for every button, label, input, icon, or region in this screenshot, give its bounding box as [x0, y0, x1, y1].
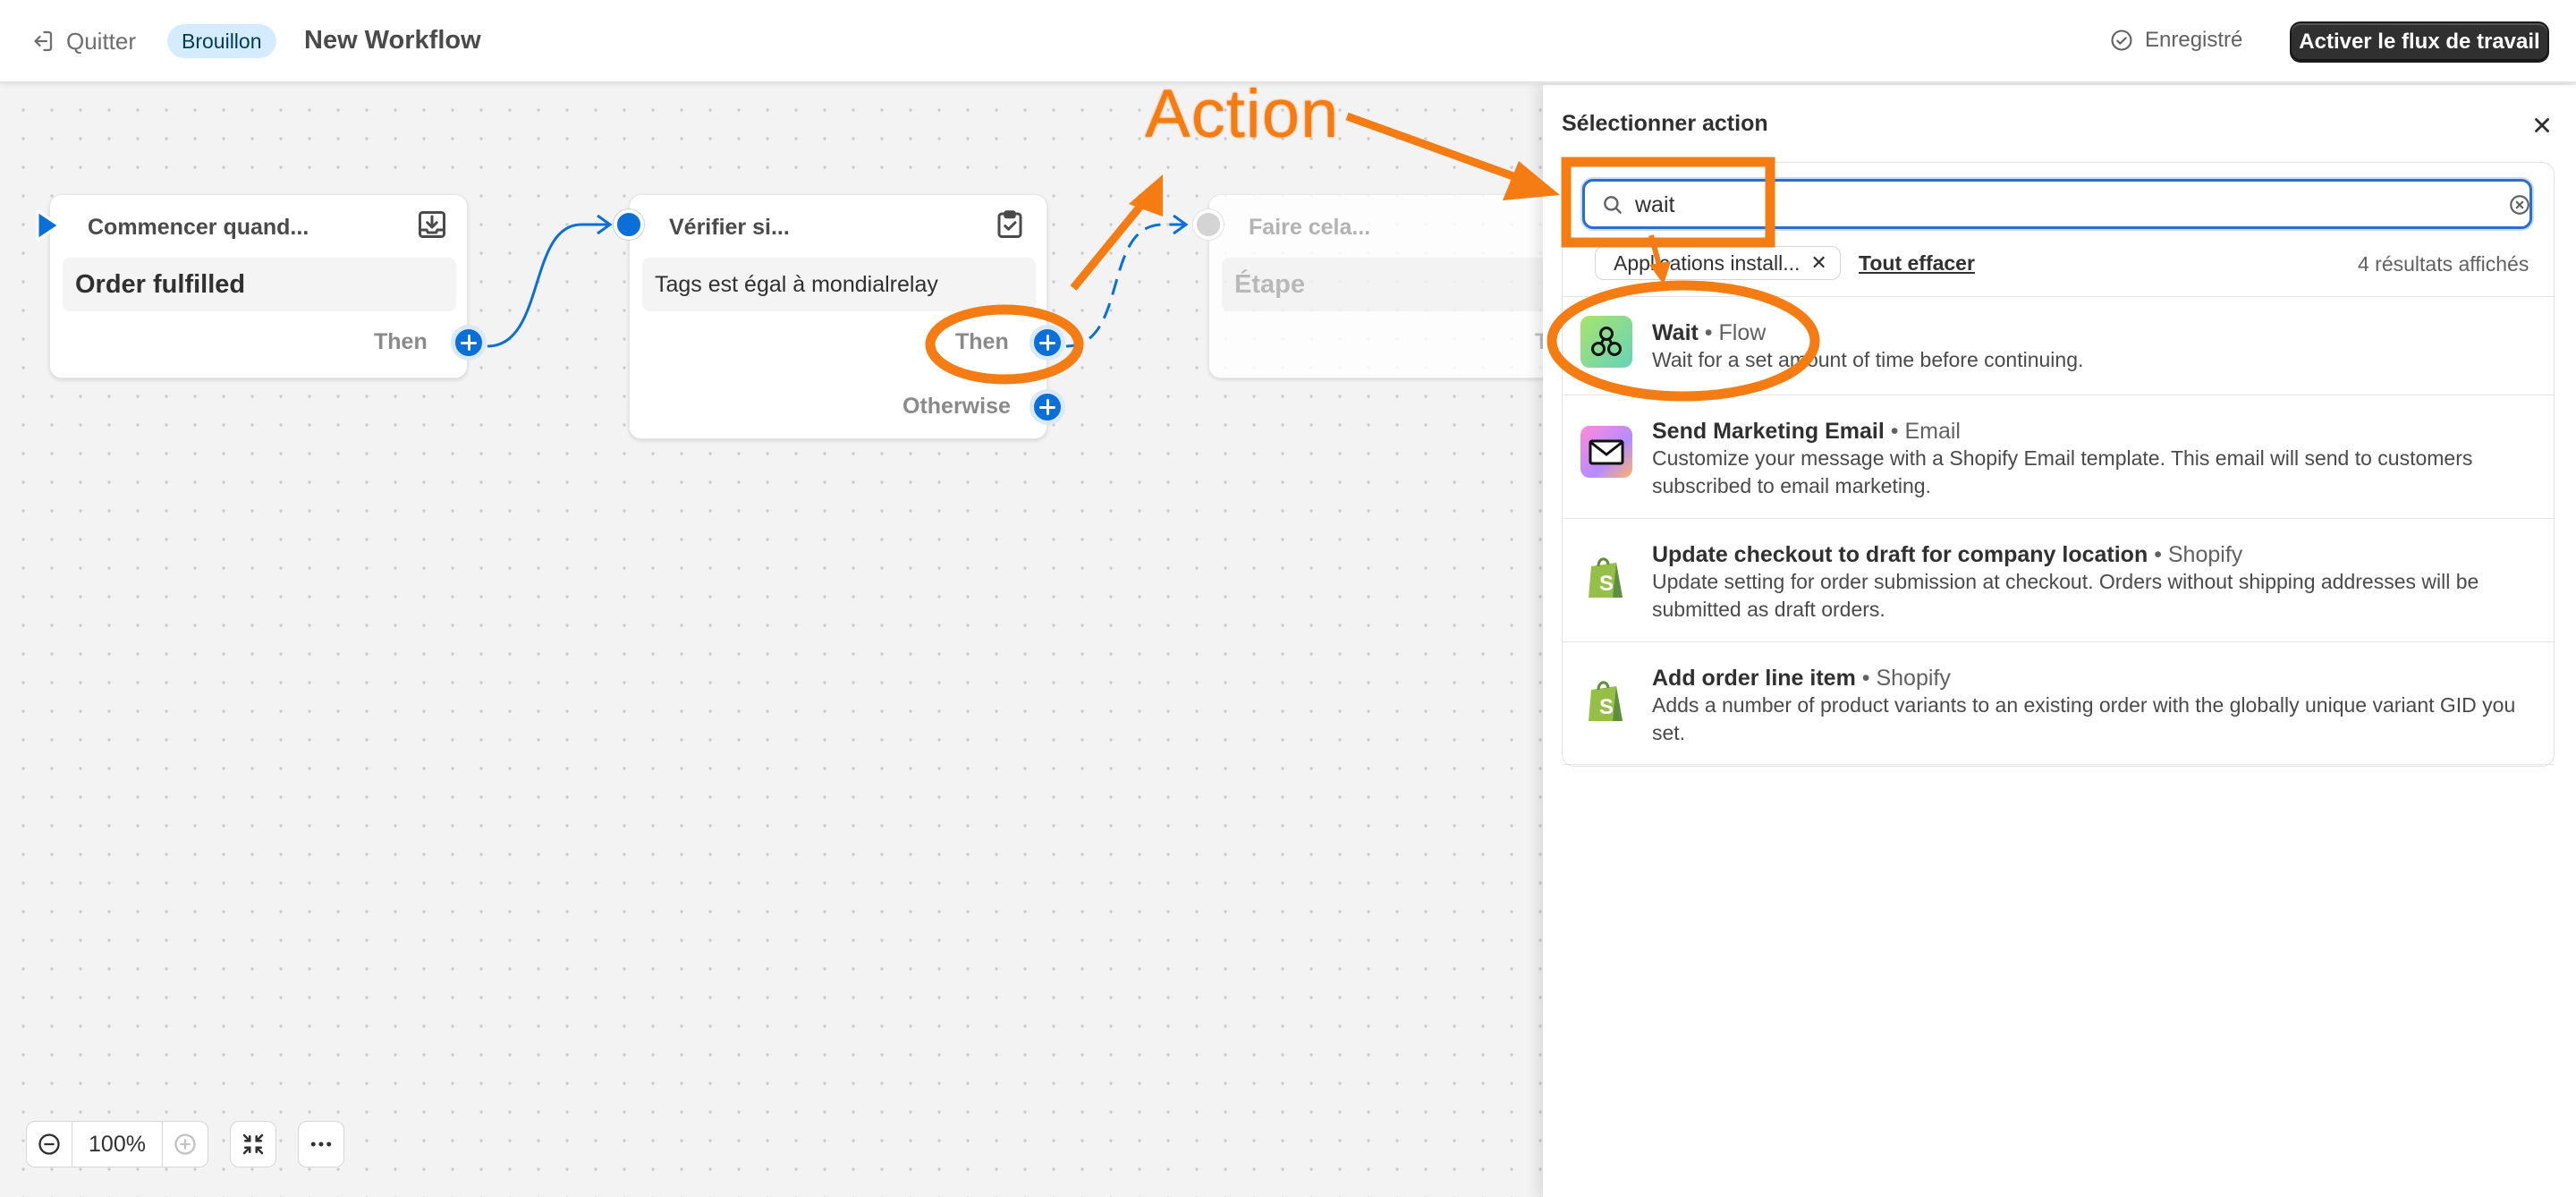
shopify-bag-glyph: S: [1589, 557, 1623, 598]
result-title: Update checkout to draft for company loc…: [1652, 542, 2242, 568]
condition-node[interactable]: Vérifier si... Tags est égal à mondialre…: [614, 194, 1065, 439]
top-bar: Quitter Brouillon New Workflow Enregistr…: [0, 0, 2576, 83]
search-field[interactable]: [1582, 179, 2532, 229]
panel-title: Sélectionner action: [1562, 111, 1768, 136]
workflow-title[interactable]: New Workflow: [304, 26, 481, 55]
clear-all-filters-link[interactable]: Tout effacer: [1859, 251, 1975, 276]
result-title: Wait • Flow: [1652, 320, 1766, 346]
result-description: Customize your message with a Shopify Em…: [1652, 446, 2473, 497]
condition-header: Vérifier si...: [669, 215, 790, 240]
condition-otherwise-label: Otherwise: [902, 394, 1011, 419]
trigger-node[interactable]: Commencer quand... Order fulfilled Then: [36, 194, 487, 378]
action-step-label: Étape: [1234, 269, 1305, 299]
trigger-event-label: Order fulfilled: [75, 269, 246, 299]
result-description: Update setting for order submission at c…: [1652, 570, 2479, 621]
result-name: Update checkout to draft for company loc…: [1652, 542, 2148, 567]
zoom-in-button[interactable]: [162, 1121, 208, 1167]
filter-chip-label: Applications install...: [1614, 250, 1801, 275]
add-otherwise-button[interactable]: [1030, 389, 1065, 425]
zoom-level: 100%: [72, 1121, 162, 1167]
status-badge: Brouillon: [167, 24, 276, 58]
action-header: Faire cela...: [1249, 215, 1371, 240]
quit-button[interactable]: Quitter: [29, 25, 136, 57]
condition-then-label: Then: [955, 329, 1009, 354]
ellipsis-icon: [310, 1142, 332, 1147]
result-title: Add order line item • Shopify: [1652, 666, 1951, 692]
trigger-header: Commencer quand...: [88, 215, 309, 240]
collapse-arrows-icon: [242, 1133, 264, 1155]
result-name: Add order line item: [1652, 666, 1856, 691]
shopify-bag-icon: S: [1580, 551, 1632, 603]
zoom-in-icon: [174, 1133, 196, 1155]
zoom-out-button[interactable]: [26, 1121, 72, 1167]
svg-text:S: S: [1599, 572, 1614, 596]
download-box-icon: [419, 211, 445, 238]
result-name: Wait: [1652, 320, 1699, 345]
condition-rule-label: Tags est égal à mondialrelay: [655, 271, 938, 297]
condition-rule: Tags est égal à mondialrelay: [642, 258, 1036, 311]
filter-chip-installed-apps[interactable]: Applications install... ✕: [1595, 246, 1841, 280]
trigger-then-label: Then: [374, 329, 428, 354]
more-options-button[interactable]: [298, 1121, 344, 1167]
quit-label: Quitter: [66, 27, 137, 55]
fit-view-button[interactable]: [230, 1121, 276, 1167]
add-then-button[interactable]: [451, 325, 487, 361]
shopify-bag-icon: S: [1580, 675, 1632, 726]
search-input[interactable]: [1635, 189, 2440, 221]
result-description: Adds a number of product variants to an …: [1652, 693, 2516, 744]
result-item-add-order-line-item[interactable]: S Add order line item • Shopify Adds a n…: [1563, 641, 2554, 765]
remove-filter-icon[interactable]: ✕: [1810, 251, 1826, 275]
activate-workflow-button[interactable]: Activer le flux de travail: [2290, 21, 2549, 63]
result-source: • Shopify: [2154, 542, 2243, 567]
flow-app-icon: [1580, 316, 1632, 368]
svg-text:S: S: [1599, 695, 1614, 719]
zoom-out-icon: [38, 1133, 60, 1155]
workflow-canvas[interactable]: Commencer quand... Order fulfilled Then …: [0, 85, 1627, 1197]
result-name: Send Marketing Email: [1652, 419, 1885, 444]
result-source: • Flow: [1704, 320, 1767, 345]
close-icon[interactable]: [2530, 114, 2554, 137]
check-circle-icon: [2111, 30, 2132, 51]
exit-icon: [34, 30, 53, 52]
email-app-icon: [1580, 426, 1632, 478]
result-item-send-marketing-email[interactable]: Send Marketing Email • Email Customize y…: [1563, 395, 2554, 518]
result-source: • Shopify: [1861, 666, 1951, 691]
result-source: • Email: [1890, 419, 1961, 444]
clipboard-check-icon: [997, 210, 1022, 238]
condition-input-dot: [614, 209, 644, 240]
result-item-update-checkout[interactable]: S Update checkout to draft for company l…: [1563, 518, 2554, 641]
result-item-wait[interactable]: Wait • Flow Wait for a set amount of tim…: [1563, 296, 2554, 395]
envelope-glyph: [1589, 439, 1624, 465]
saved-label: Enregistré: [2145, 28, 2243, 52]
zoom-controls: 100%: [26, 1121, 344, 1167]
saved-status: Enregistré: [2109, 28, 2242, 53]
result-title: Send Marketing Email • Email: [1652, 419, 1961, 445]
result-description: Wait for a set amount of time before con…: [1652, 348, 2084, 371]
trigger-marker-icon: [36, 209, 61, 242]
add-then-button[interactable]: [1030, 325, 1065, 361]
action-input-dot: [1193, 209, 1224, 240]
flow-nodes-glyph: [1591, 327, 1622, 356]
trigger-event: Order fulfilled: [63, 258, 456, 311]
results-count: 4 résultats affichés: [2358, 252, 2529, 276]
search-icon: [1604, 196, 1622, 214]
clear-search-icon[interactable]: [2508, 193, 2531, 216]
shopify-bag-glyph: S: [1589, 681, 1623, 721]
